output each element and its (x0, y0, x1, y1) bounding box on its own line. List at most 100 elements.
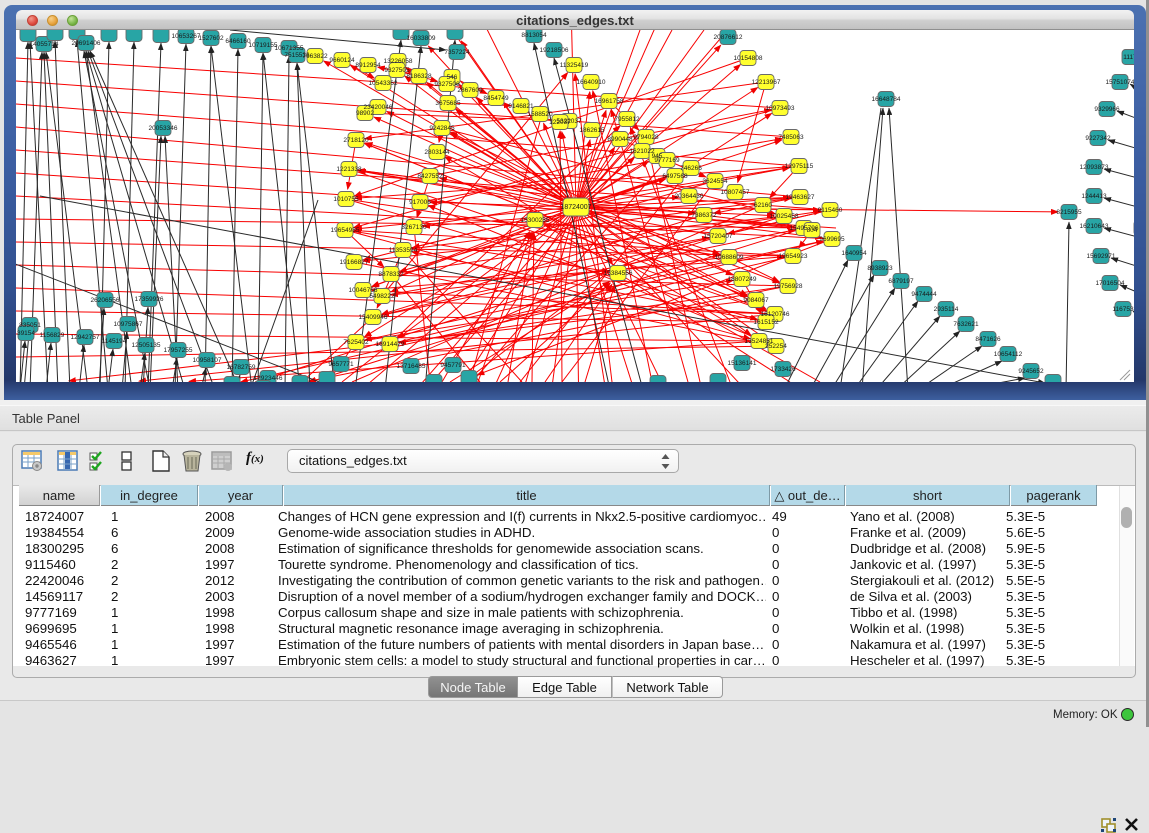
svg-text:15751074: 15751074 (1106, 79, 1134, 86)
svg-text:8990448: 8990448 (607, 136, 633, 143)
svg-text:15720407: 15720407 (704, 233, 733, 240)
svg-text:15692971: 15692971 (1087, 253, 1116, 260)
svg-text:12942757: 12942757 (71, 334, 100, 341)
svg-text:20053346: 20053346 (149, 125, 178, 132)
svg-text:16914479: 16914479 (376, 341, 405, 348)
svg-text:917006: 917006 (409, 199, 431, 206)
svg-text:8813054: 8813054 (521, 32, 547, 39)
svg-text:10654112: 10654112 (994, 351, 1023, 358)
svg-text:12213967: 12213967 (752, 79, 781, 86)
svg-text:16961758: 16961758 (595, 98, 624, 105)
svg-text:9657771: 9657771 (328, 361, 354, 368)
svg-text:3624554: 3624554 (702, 178, 728, 185)
svg-text:10653267: 10653267 (172, 33, 201, 40)
svg-text:18724007: 18724007 (560, 204, 591, 211)
svg-text:20364436: 20364436 (675, 193, 704, 200)
svg-text:9329966: 9329966 (1094, 106, 1120, 113)
svg-text:9245652: 9245652 (1018, 368, 1044, 375)
svg-text:12923446: 12923446 (254, 375, 283, 382)
svg-text:2867608: 2867608 (457, 87, 483, 94)
svg-text:9474444: 9474444 (911, 291, 937, 298)
svg-text:546: 546 (447, 74, 458, 81)
svg-text:19218506: 19218506 (540, 47, 569, 54)
svg-text:19756928: 19756928 (774, 283, 803, 290)
svg-text:26206556: 26206556 (91, 297, 120, 304)
svg-text:11353594: 11353594 (389, 247, 418, 254)
svg-text:6497568: 6497568 (662, 173, 688, 180)
svg-text:1010755: 1010755 (333, 196, 359, 203)
svg-text:2718120: 2718120 (343, 137, 369, 144)
svg-text:14055714: 14055714 (30, 41, 59, 48)
svg-text:1244413: 1244413 (1081, 193, 1107, 200)
svg-text:20876612: 20876612 (714, 34, 743, 41)
svg-text:62160: 62160 (754, 202, 772, 209)
svg-text:7386372: 7386372 (691, 212, 717, 219)
svg-text:10958107: 10958107 (193, 357, 222, 364)
svg-text:10025458: 10025458 (770, 213, 799, 220)
svg-text:9660124: 9660124 (329, 57, 355, 64)
svg-text:3267130: 3267130 (401, 224, 427, 231)
svg-text:835051: 835051 (19, 322, 41, 329)
svg-text:39154: 39154 (17, 330, 35, 337)
svg-text:7515536: 7515536 (284, 52, 310, 59)
svg-text:15136141: 15136141 (728, 360, 757, 367)
svg-text:16120746: 16120746 (761, 311, 790, 318)
svg-text:2935114: 2935114 (934, 306, 959, 313)
svg-text:1640954: 1640954 (841, 250, 867, 257)
svg-text:6879197: 6879197 (888, 278, 914, 285)
svg-text:9115460: 9115460 (818, 207, 843, 214)
svg-text:9146821: 9146821 (508, 103, 534, 110)
svg-text:15384556: 15384556 (604, 270, 633, 277)
svg-text:2803144: 2803144 (424, 149, 450, 156)
svg-text:17957255: 17957255 (164, 347, 193, 354)
svg-text:12505135: 12505135 (132, 342, 161, 349)
svg-text:8912954: 8912954 (355, 62, 381, 69)
svg-text:9327506: 9327506 (434, 81, 460, 88)
svg-text:1527602: 1527602 (198, 35, 224, 42)
svg-text:746266: 746266 (680, 165, 702, 172)
svg-text:9794028: 9794028 (633, 134, 659, 141)
svg-text:10688609: 10688609 (715, 254, 744, 261)
svg-text:19463627: 19463627 (786, 194, 815, 201)
svg-text:116753: 116753 (1112, 306, 1134, 313)
svg-text:804: 804 (807, 227, 818, 234)
svg-text:8938923: 8938923 (867, 265, 893, 272)
svg-text:8215955: 8215955 (1056, 209, 1082, 216)
svg-text:9242845: 9242845 (429, 125, 455, 132)
svg-text:20691406: 20691406 (72, 40, 101, 47)
svg-text:7357224: 7357224 (444, 49, 470, 56)
svg-text:5498222: 5498222 (369, 293, 395, 300)
svg-text:9227342: 9227342 (1085, 135, 1111, 142)
svg-text:10807457: 10807457 (721, 189, 750, 196)
svg-text:10154808: 10154808 (734, 55, 763, 62)
svg-text:16648784: 16648784 (872, 96, 901, 103)
svg-text:15300235: 15300235 (521, 217, 550, 224)
svg-text:1862615: 1862615 (579, 127, 605, 134)
svg-text:8471626: 8471626 (975, 336, 1001, 343)
svg-text:19654923: 19654923 (779, 253, 808, 260)
svg-text:1156829: 1156829 (40, 332, 65, 339)
svg-text:8454749: 8454749 (483, 95, 509, 102)
svg-text:122037: 122037 (549, 119, 571, 126)
svg-text:252254: 252254 (765, 343, 787, 350)
svg-text:6466160: 6466160 (225, 38, 251, 45)
svg-text:1733426: 1733426 (770, 366, 796, 373)
svg-text:9777169: 9777169 (654, 157, 680, 164)
svg-text:16640910: 16640910 (577, 79, 606, 86)
svg-text:7485063: 7485063 (778, 134, 804, 141)
svg-text:1615152: 1615152 (753, 319, 779, 326)
svg-text:10719155: 10719155 (249, 42, 278, 49)
svg-text:3675685: 3675685 (435, 100, 461, 107)
svg-text:9699695: 9699695 (819, 236, 845, 243)
svg-text:98902: 98902 (356, 110, 374, 117)
svg-text:10543362: 10543362 (369, 80, 398, 87)
svg-text:1588520: 1588520 (527, 111, 553, 118)
svg-text:18807249: 18807249 (728, 276, 757, 283)
svg-text:1117: 1117 (1123, 54, 1134, 61)
svg-text:17016504: 17016504 (1096, 280, 1125, 287)
svg-text:7625402: 7625402 (343, 339, 369, 346)
svg-text:19166827: 19166827 (340, 259, 369, 266)
svg-text:8878332: 8878332 (378, 271, 404, 278)
svg-text:10973493: 10973493 (766, 105, 795, 112)
svg-text:19654985: 19654985 (331, 227, 360, 234)
